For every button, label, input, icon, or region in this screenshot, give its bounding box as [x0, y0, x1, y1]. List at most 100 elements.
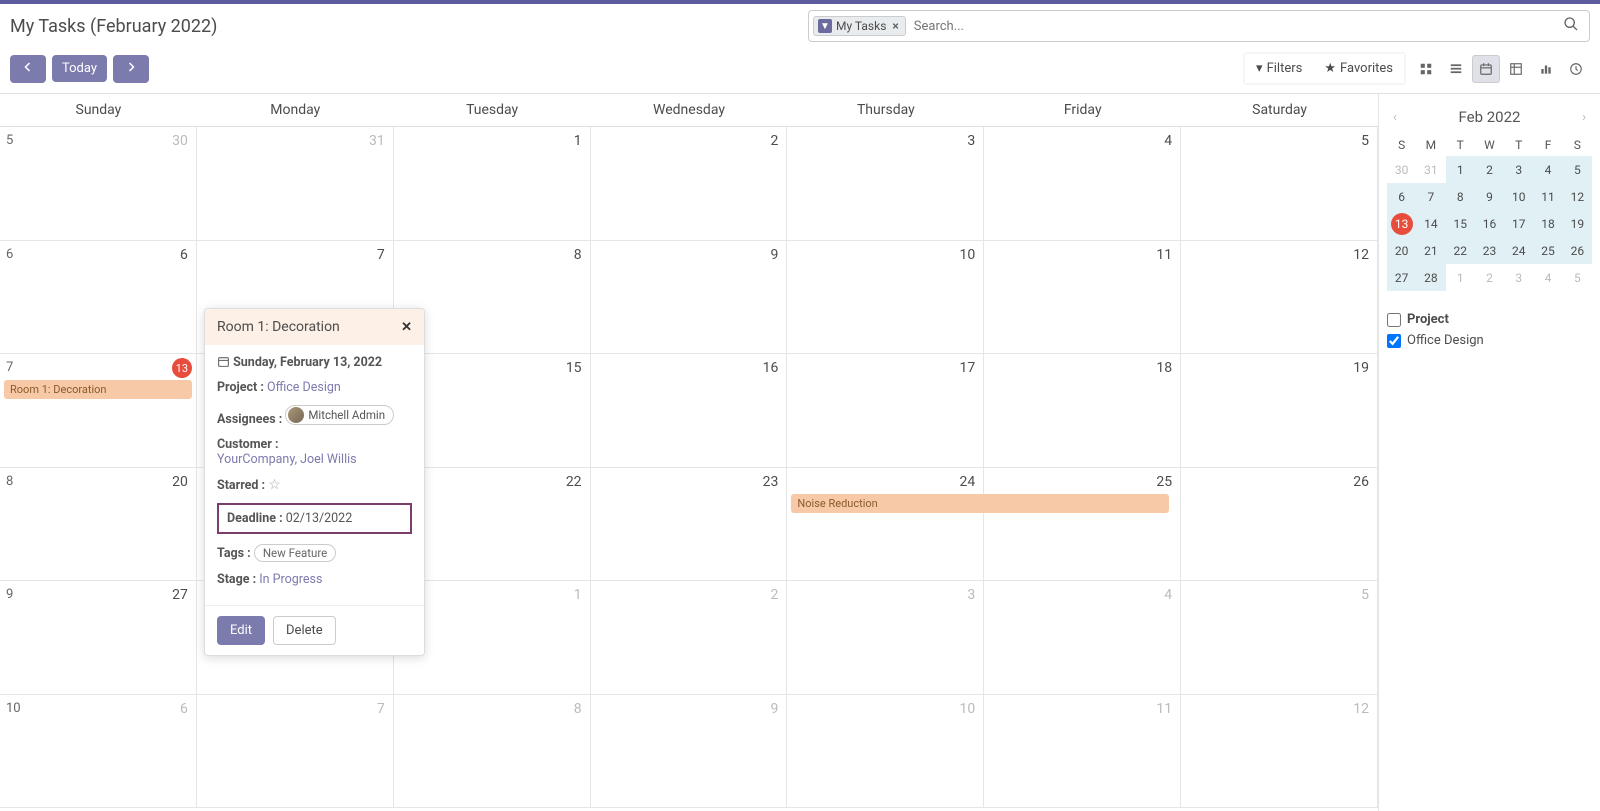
- popover-project-link[interactable]: Office Design: [267, 380, 341, 395]
- mini-day[interactable]: 26: [1563, 237, 1592, 264]
- mini-day[interactable]: 19: [1563, 210, 1592, 237]
- mini-day[interactable]: 2: [1475, 156, 1504, 183]
- filters-button[interactable]: ▾ Filters: [1245, 54, 1313, 83]
- mini-day[interactable]: 5: [1563, 264, 1592, 291]
- calendar-cell[interactable]: 7: [197, 695, 394, 809]
- mini-day[interactable]: 20: [1387, 237, 1416, 264]
- mini-day[interactable]: 16: [1475, 210, 1504, 237]
- deadline-input[interactable]: 02/13/2022: [286, 511, 353, 526]
- mini-day[interactable]: 9: [1475, 183, 1504, 210]
- mini-day[interactable]: 15: [1446, 210, 1475, 237]
- calendar-cell[interactable]: 25: [984, 468, 1181, 582]
- mini-day[interactable]: 11: [1533, 183, 1562, 210]
- calendar-cell[interactable]: 12: [1181, 241, 1378, 355]
- calendar-cell[interactable]: 820: [0, 468, 197, 582]
- mini-day[interactable]: 8: [1446, 183, 1475, 210]
- calendar-cell[interactable]: 31: [197, 127, 394, 241]
- mini-day[interactable]: 12: [1563, 183, 1592, 210]
- calendar-cell[interactable]: 18: [984, 354, 1181, 468]
- mini-day[interactable]: 3: [1504, 264, 1533, 291]
- calendar-cell[interactable]: 9: [591, 695, 788, 809]
- mini-day[interactable]: 28: [1416, 264, 1445, 291]
- mini-day[interactable]: 31: [1416, 156, 1445, 183]
- calendar-cell[interactable]: 2: [591, 581, 788, 695]
- search-button[interactable]: [1553, 16, 1589, 36]
- mini-day[interactable]: 13: [1387, 210, 1416, 237]
- legend-project[interactable]: Project: [1387, 309, 1592, 330]
- view-list-button[interactable]: [1442, 55, 1470, 83]
- next-button[interactable]: [113, 55, 149, 83]
- search-input[interactable]: [906, 15, 1553, 38]
- calendar-cell[interactable]: 3: [787, 581, 984, 695]
- close-icon[interactable]: ×: [890, 19, 900, 33]
- calendar-cell[interactable]: 1: [394, 127, 591, 241]
- filter-chip-mytasks[interactable]: ▼ My Tasks ×: [813, 16, 906, 36]
- view-kanban-button[interactable]: [1412, 55, 1440, 83]
- mini-day[interactable]: 6: [1387, 183, 1416, 210]
- popover-customer-link[interactable]: YourCompany, Joel Willis: [217, 452, 357, 467]
- calendar-cell[interactable]: 927: [0, 581, 197, 695]
- calendar-cell[interactable]: 10: [787, 241, 984, 355]
- calendar-cell[interactable]: 8: [394, 695, 591, 809]
- assignee-chip[interactable]: Mitchell Admin: [285, 405, 394, 425]
- calendar-cell[interactable]: 5: [1181, 127, 1378, 241]
- calendar-event[interactable]: Room 1: Decoration: [4, 380, 192, 399]
- mini-day[interactable]: 2: [1475, 264, 1504, 291]
- mini-day[interactable]: 18: [1533, 210, 1562, 237]
- mini-day[interactable]: 22: [1446, 237, 1475, 264]
- mini-next-button[interactable]: ›: [1576, 110, 1592, 125]
- star-outline-icon[interactable]: ☆: [268, 477, 281, 493]
- today-button[interactable]: Today: [52, 55, 107, 82]
- calendar-cell[interactable]: 4: [984, 581, 1181, 695]
- calendar-event[interactable]: Noise Reduction: [791, 494, 1169, 513]
- mini-day[interactable]: 24: [1504, 237, 1533, 264]
- calendar-cell[interactable]: 11: [984, 695, 1181, 809]
- delete-button[interactable]: Delete: [273, 616, 336, 645]
- tag-chip[interactable]: New Feature: [254, 544, 336, 562]
- mini-prev-button[interactable]: ‹: [1387, 110, 1403, 125]
- search-box[interactable]: ▼ My Tasks ×: [808, 10, 1590, 42]
- mini-day[interactable]: 5: [1563, 156, 1592, 183]
- view-pivot-button[interactable]: [1502, 55, 1530, 83]
- view-calendar-button[interactable]: [1472, 55, 1500, 83]
- calendar-cell[interactable]: 11: [984, 241, 1181, 355]
- calendar-cell[interactable]: 5: [1181, 581, 1378, 695]
- calendar-cell[interactable]: 2: [591, 127, 788, 241]
- popover-close-icon[interactable]: ✕: [401, 320, 412, 335]
- calendar-cell[interactable]: 3: [787, 127, 984, 241]
- edit-button[interactable]: Edit: [217, 616, 265, 645]
- calendar-cell[interactable]: 23: [591, 468, 788, 582]
- calendar-cell[interactable]: 9: [591, 241, 788, 355]
- calendar-cell[interactable]: 713Room 1: Decoration: [0, 354, 197, 468]
- view-graph-button[interactable]: [1532, 55, 1560, 83]
- mini-day[interactable]: 1: [1446, 264, 1475, 291]
- calendar-cell[interactable]: 4: [984, 127, 1181, 241]
- calendar-cell[interactable]: 530: [0, 127, 197, 241]
- mini-day[interactable]: 10: [1504, 183, 1533, 210]
- calendar-cell[interactable]: 12: [1181, 695, 1378, 809]
- prev-button[interactable]: [10, 55, 46, 83]
- view-activity-button[interactable]: [1562, 55, 1590, 83]
- mini-day[interactable]: 7: [1416, 183, 1445, 210]
- mini-day[interactable]: 23: [1475, 237, 1504, 264]
- mini-day[interactable]: 25: [1533, 237, 1562, 264]
- mini-day[interactable]: 4: [1533, 264, 1562, 291]
- mini-day[interactable]: 4: [1533, 156, 1562, 183]
- calendar-cell[interactable]: 24Noise Reduction: [787, 468, 984, 582]
- mini-day[interactable]: 27: [1387, 264, 1416, 291]
- legend-office-design[interactable]: Office Design: [1387, 330, 1592, 351]
- calendar-cell[interactable]: 17: [787, 354, 984, 468]
- calendar-cell[interactable]: 106: [0, 695, 197, 809]
- mini-day[interactable]: 3: [1504, 156, 1533, 183]
- stage-link[interactable]: In Progress: [259, 572, 322, 587]
- calendar-cell[interactable]: 10: [787, 695, 984, 809]
- calendar-cell[interactable]: 26: [1181, 468, 1378, 582]
- favorites-button[interactable]: ★ Favorites: [1313, 54, 1404, 83]
- mini-day[interactable]: 17: [1504, 210, 1533, 237]
- calendar-cell[interactable]: 66: [0, 241, 197, 355]
- mini-day[interactable]: 14: [1416, 210, 1445, 237]
- calendar-cell[interactable]: 16: [591, 354, 788, 468]
- calendar-cell[interactable]: 19: [1181, 354, 1378, 468]
- mini-day[interactable]: 21: [1416, 237, 1445, 264]
- mini-day[interactable]: 30: [1387, 156, 1416, 183]
